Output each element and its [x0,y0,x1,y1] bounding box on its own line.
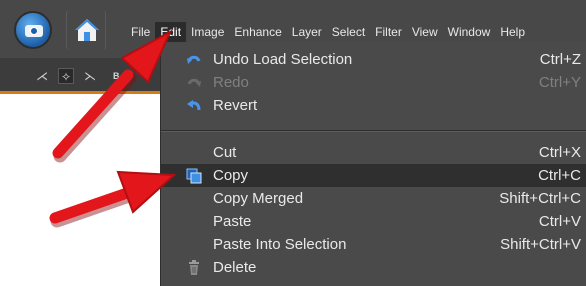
menu-item-revert[interactable]: Revert [161,94,586,117]
delete-label: Delete [213,259,257,276]
menu-separator [161,130,586,132]
tool-options-bar: ⋌ ✧ ⋋ B [0,58,160,94]
workspace-canvas [0,97,160,286]
menu-view[interactable]: View [407,22,443,42]
undo-icon [187,55,201,64]
paste-into-selection-shortcut: Shift+Ctrl+V [500,236,581,253]
menu-layer[interactable]: Layer [287,22,327,42]
cut-label: Cut [213,144,237,161]
menu-item-delete[interactable]: Delete [161,256,586,279]
copy-shortcut: Ctrl+C [538,167,581,184]
undo-shortcut: Ctrl+Z [539,51,581,68]
camera-lens [30,27,38,35]
menu-select[interactable]: Select [327,22,370,42]
menu-item-paste[interactable]: Paste Ctrl+V [161,210,586,233]
menu-help[interactable]: Help [495,22,530,42]
home-button[interactable] [66,10,106,50]
menu-items: File Edit Image Enhance Layer Select Fil… [126,22,530,42]
add-selection-tool-icon[interactable]: ✧ [58,68,74,84]
cut-shortcut: Ctrl+X [538,144,581,161]
selection-brush-icon[interactable]: ⋌ [34,68,50,84]
undo-label: Undo Load Selection [213,51,353,68]
menu-enhance[interactable]: Enhance [229,22,286,42]
redo-icon [187,78,201,87]
camera-app-icon[interactable] [14,11,52,49]
tool-option-label: B [113,71,120,81]
copy-icon [186,168,202,184]
menu-image[interactable]: Image [186,22,229,42]
paste-label: Paste [213,213,252,230]
menu-item-cut[interactable]: Cut Ctrl+X [161,141,586,164]
copy-merged-label: Copy Merged [213,190,304,207]
revert-icon [187,100,201,111]
menu-file[interactable]: File [126,22,155,42]
menu-window[interactable]: Window [443,22,496,42]
menu-item-paste-into-selection[interactable]: Paste Into Selection Shift+Ctrl+V [161,233,586,256]
menu-edit[interactable]: Edit [155,22,187,42]
menu-item-undo[interactable]: Undo Load Selection Ctrl+Z [161,48,586,71]
home-icon [75,19,99,41]
subtract-selection-tool-icon[interactable]: ⋋ [82,68,98,84]
menu-filter[interactable]: Filter [370,22,407,42]
copy-label: Copy [213,167,249,184]
paste-shortcut: Ctrl+V [538,213,581,230]
redo-shortcut: Ctrl+Y [538,74,581,91]
edit-dropdown-menu: Undo Load Selection Ctrl+Z Redo Ctrl+Y R… [160,42,586,286]
menu-item-redo[interactable]: Redo Ctrl+Y [161,71,586,94]
revert-label: Revert [213,97,258,114]
trash-icon [189,260,199,275]
menu-item-copy-merged[interactable]: Copy Merged Shift+Ctrl+C [161,187,586,210]
paste-into-selection-label: Paste Into Selection [213,236,347,253]
redo-label: Redo [213,74,249,91]
copy-merged-shortcut: Shift+Ctrl+C [499,190,581,207]
menu-item-copy[interactable]: Copy Ctrl+C [161,164,586,187]
